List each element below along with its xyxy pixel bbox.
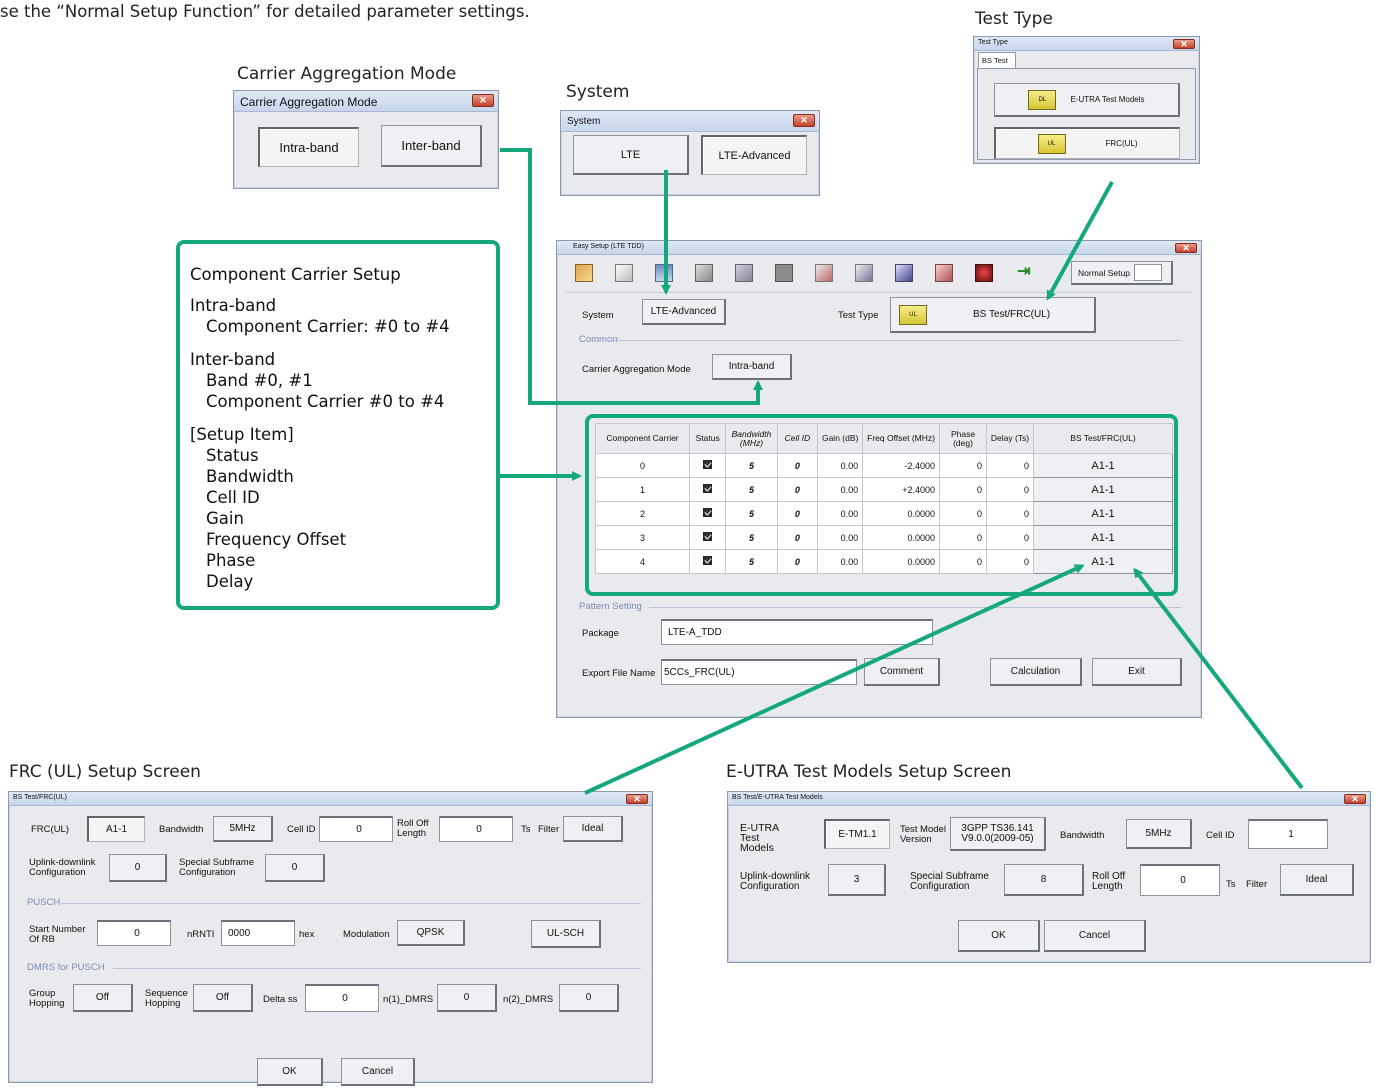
connector-arrows (500, 148, 1304, 795)
arrow-etm (1133, 567, 1304, 790)
arrow-frc (584, 564, 1085, 795)
arrow-test-type (1046, 181, 1114, 301)
arrow-ca-mode (500, 148, 763, 405)
